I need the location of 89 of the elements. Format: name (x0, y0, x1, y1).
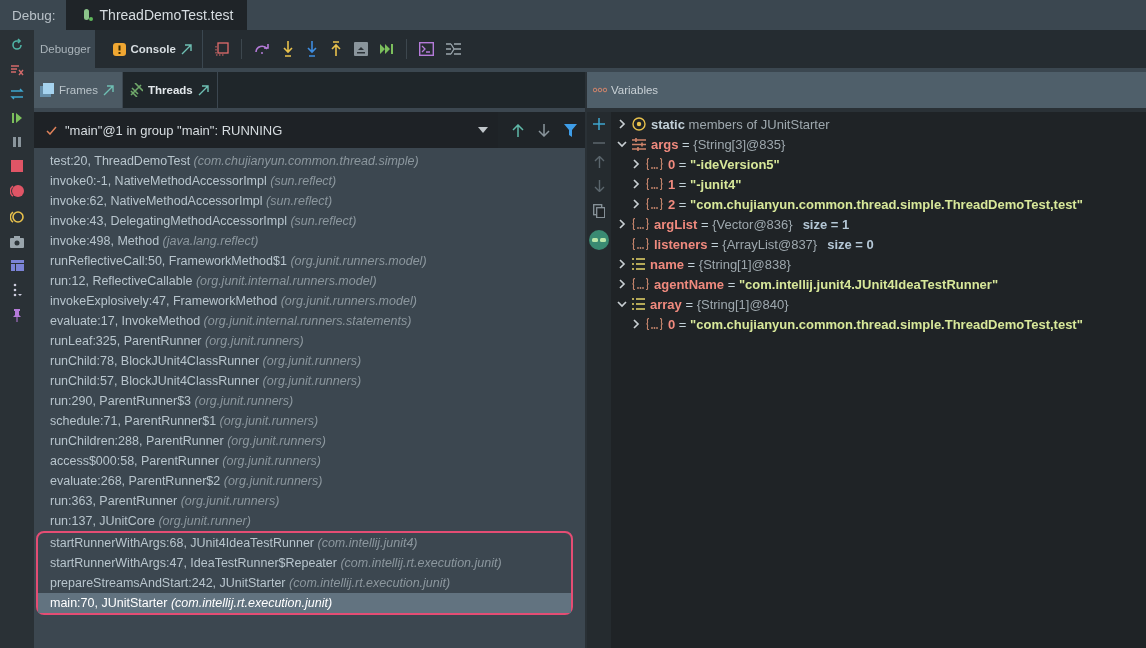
restore-layout-icon[interactable] (214, 42, 229, 56)
variable-entry[interactable]: static members of JUnitStarter (651, 116, 830, 132)
variable-entry[interactable]: 1 = "-junit4" (668, 176, 742, 192)
variable-entry[interactable]: 0 = "-ideVersion5" (668, 156, 780, 172)
check-icon (46, 125, 57, 135)
variable-entry[interactable]: 2 = "com.chujianyun.common.thread.simple.ThreadDemoTest,test" (668, 196, 1083, 212)
static-icon (632, 117, 646, 131)
layout-icon[interactable] (10, 260, 24, 271)
pin-icon[interactable] (12, 309, 22, 322)
frames-icon (40, 83, 54, 97)
swap-icon[interactable] (10, 88, 24, 100)
camera-icon[interactable] (10, 236, 24, 248)
parameters-icon (632, 137, 646, 151)
object-icon (632, 218, 649, 230)
stack-frame[interactable]: startRunnerWithArgs:68, JUnit4IdeaTestRunner (com.intellij.junit4) (38, 533, 571, 553)
stack-frame[interactable]: evaluate:17, InvokeMethod (org.junit.internal.runners.statements) (37, 311, 585, 331)
step-over-icon[interactable] (253, 44, 270, 54)
stack-frame[interactable]: run:12, ReflectiveCallable (org.junit.internal.runners.model) (37, 271, 585, 291)
tool-tab[interactable]: Debugger (34, 30, 95, 68)
stack-frame[interactable]: invoke0:-1, NativeMethodAccessorImpl (sun.reflect) (37, 171, 585, 191)
mute-breakpoints-icon[interactable] (10, 210, 24, 224)
filter-icon[interactable] (564, 123, 577, 137)
trace-icon[interactable] (445, 43, 461, 55)
stack-frame[interactable]: evaluate:268, ParentRunner$2 (org.junit.runners) (37, 471, 585, 491)
terminal-icon[interactable] (418, 42, 434, 56)
stack-frame[interactable]: invoke:62, NativeMethodAccessorImpl (sun.reflect) (37, 191, 585, 211)
run-tab[interactable]: ThreadDemoTest.test (65, 0, 248, 30)
pin-tab-icon (197, 84, 209, 96)
stack-frame[interactable]: prepareStreamsAndStart:242, JUnitStarter (com.intellij.rt.execution.junit) (38, 573, 571, 593)
object-icon (646, 178, 663, 190)
add-icon[interactable] (593, 118, 605, 130)
panel-title: Variables (611, 84, 659, 96)
variable-entry[interactable]: argList = {Vector@836} size = 1 (654, 216, 850, 232)
variable-entry[interactable]: name = {String[1]@838} (650, 256, 791, 272)
resume-icon[interactable] (11, 112, 23, 124)
more-icon[interactable] (12, 283, 22, 297)
stack-frame[interactable]: invoke:43, DelegatingMethodAccessorImpl (sun.reflect) (37, 211, 585, 231)
stack-frame[interactable]: access$000:58, ParentRunner (org.junit.runners) (37, 451, 585, 471)
tool-tab[interactable]: Console (106, 30, 196, 68)
step-out-icon[interactable] (329, 41, 342, 57)
object-icon (646, 198, 663, 210)
copy-icon[interactable] (593, 204, 605, 218)
arrow-down-icon[interactable] (538, 123, 550, 137)
stack-frame[interactable]: runChild:78, BlockJUnit4ClassRunner (org.junit.runners) (37, 351, 585, 371)
step-into-icon[interactable] (281, 41, 294, 57)
object-icon (646, 318, 663, 330)
run-to-cursor-icon[interactable] (379, 43, 394, 55)
stack-frame[interactable]: invoke:498, Method (java.lang.reflect) (37, 231, 585, 251)
stack-frame[interactable]: startRunnerWithArgs:47, IdeaTestRunner$Repeater (com.intellij.rt.execution.junit) (38, 553, 571, 573)
pause-icon[interactable] (12, 136, 22, 148)
stack-frame[interactable]: runChildren:288, ParentRunner (org.junit.runners) (37, 431, 585, 451)
drop-frame-icon[interactable] (353, 42, 368, 56)
stack-frame[interactable]: run:290, ParentRunner$3 (org.junit.runners) (37, 391, 585, 411)
warning-icon (112, 42, 126, 56)
panel-tab[interactable]: Threads (123, 72, 218, 108)
pin-tab-icon (103, 84, 114, 96)
stack-frame[interactable]: run:363, ParentRunner (org.junit.runners) (37, 491, 585, 511)
force-step-into-icon[interactable] (305, 41, 318, 57)
caret-icon (478, 127, 488, 133)
stack-frame[interactable]: main:70, JUnitStarter (com.intellij.rt.execution.junit) (38, 593, 571, 613)
panel-tab[interactable]: Frames (34, 72, 123, 108)
variable-entry[interactable]: array = {String[1]@840} (650, 296, 789, 312)
stack-frame[interactable]: run:137, JUnitCore (org.junit.runner) (37, 511, 585, 531)
glasses-icon[interactable] (589, 230, 609, 250)
stack-frame[interactable]: schedule:71, ParentRunner$1 (org.junit.runners) (37, 411, 585, 431)
list-icon (632, 258, 645, 270)
variable-entry[interactable]: agentName = "com.intellij.junit4.JUnit4IdeaTestRunner" (654, 276, 999, 292)
variable-entry[interactable]: args = {String[3]@835} (651, 136, 786, 152)
object-icon (646, 158, 663, 170)
stack-frame[interactable]: runChild:57, BlockJUnit4ClassRunner (org.junit.runners) (37, 371, 585, 391)
stack-frame[interactable]: runReflectiveCall:50, FrameworkMethod$1 (org.junit.runners.model) (37, 251, 585, 271)
rerun-icon[interactable] (10, 38, 24, 52)
pin-tab-icon (180, 43, 192, 55)
variable-entry[interactable]: 0 = "com.chujianyun.common.thread.simple.ThreadDemoTest,test" (668, 316, 1083, 332)
test-tube-icon (81, 8, 94, 22)
arrow-down-icon[interactable] (593, 180, 605, 192)
stack-frame[interactable]: test:20, ThreadDemoTest (com.chujianyun.common.thread.simple) (37, 151, 585, 171)
debug-label: Debug: (11, 7, 57, 23)
stack-frame[interactable]: runLeaf:325, ParentRunner (org.junit.runners) (37, 331, 585, 351)
list-icon (632, 298, 645, 310)
threads-icon (129, 83, 143, 97)
breakpoints-icon[interactable] (10, 184, 24, 198)
clear-icon[interactable] (10, 64, 24, 76)
object-icon (632, 278, 649, 290)
stack-frame[interactable]: invokeExplosively:47, FrameworkMethod (org.junit.runners.model) (37, 291, 585, 311)
arrow-up-icon[interactable] (512, 123, 524, 137)
variable-entry[interactable]: listeners = {ArrayList@837} size = 0 (654, 236, 874, 252)
object-icon (632, 238, 649, 250)
abc-icon (593, 87, 607, 93)
